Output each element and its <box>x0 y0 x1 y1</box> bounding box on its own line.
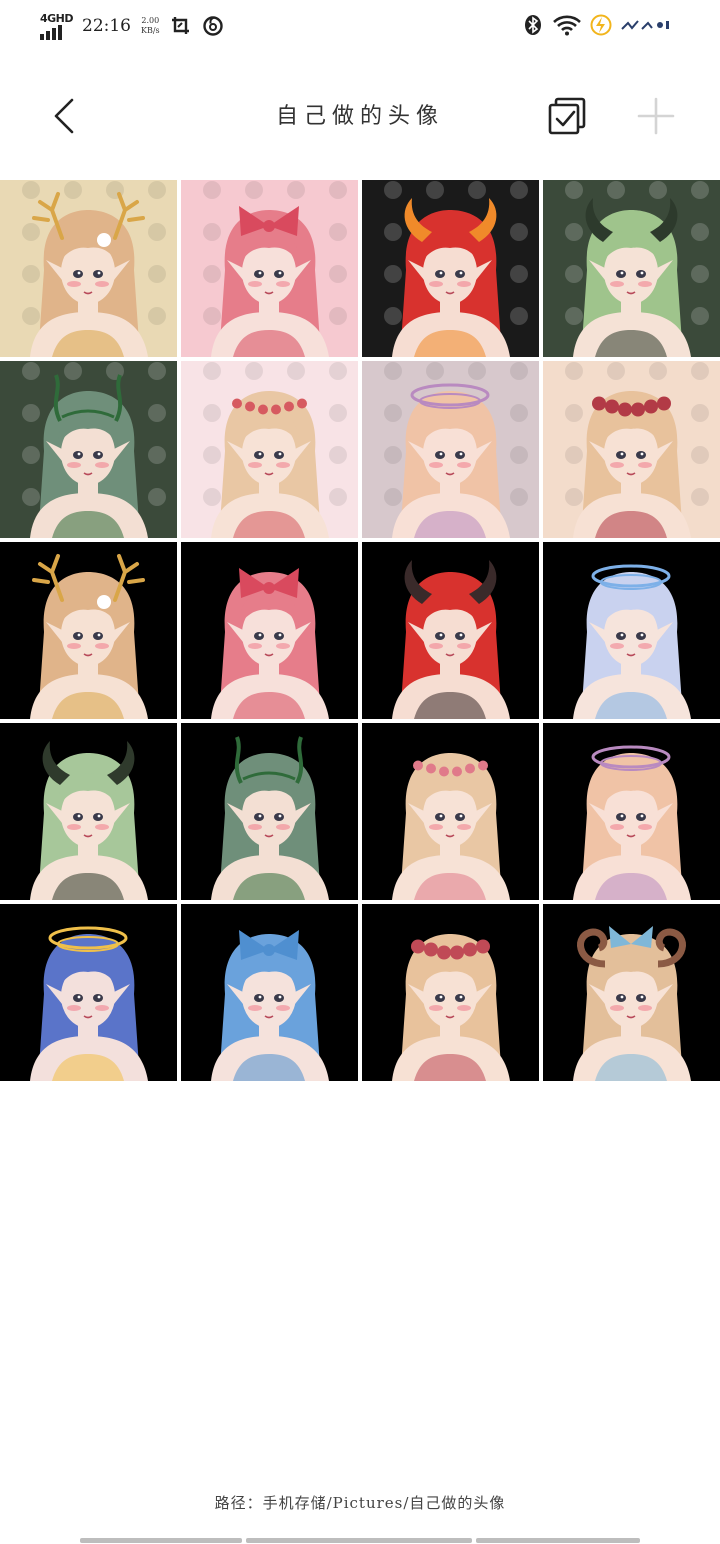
photo-thumbnail[interactable] <box>181 723 358 900</box>
status-bar-left: 4GHD 22:16 2.00 KB/s <box>40 12 224 40</box>
avatar-illustration <box>543 180 720 357</box>
avatar-illustration <box>0 361 177 538</box>
avatar-illustration <box>543 723 720 900</box>
battery-icon <box>620 14 672 36</box>
photo-thumbnail[interactable] <box>543 180 720 357</box>
avatar-illustration <box>181 723 358 900</box>
speed-value: 2.00 <box>141 16 160 25</box>
photo-thumbnail[interactable] <box>362 542 539 719</box>
plus-icon <box>637 97 675 135</box>
multi-select-icon <box>548 97 586 135</box>
multi-select-button[interactable] <box>546 96 590 136</box>
avatar-illustration <box>543 361 720 538</box>
wifi-icon <box>552 14 582 36</box>
status-bar: 4GHD 22:16 2.00 KB/s 78 <box>0 0 720 56</box>
photo-thumbnail[interactable] <box>181 361 358 538</box>
bluetooth-icon <box>522 14 544 36</box>
network-type: 4GHD <box>40 12 74 25</box>
clock: 22:16 <box>82 16 131 36</box>
scrollbar[interactable] <box>80 1538 640 1543</box>
photo-thumbnail[interactable] <box>0 180 177 357</box>
charging-icon <box>590 14 612 36</box>
avatar-illustration <box>0 904 177 1081</box>
photo-thumbnail[interactable] <box>362 361 539 538</box>
folder-path: 路径：手机存储/Pictures/自己做的头像 <box>214 1494 506 1512</box>
avatar-illustration <box>181 904 358 1081</box>
photo-thumbnail[interactable] <box>0 542 177 719</box>
photo-thumbnail[interactable] <box>362 904 539 1081</box>
photo-thumbnail[interactable] <box>362 723 539 900</box>
cellular-signal-icon: 4GHD <box>40 12 74 40</box>
photo-grid <box>0 180 720 1081</box>
photo-thumbnail[interactable] <box>362 180 539 357</box>
scrollbar-segment <box>246 1538 472 1543</box>
photo-thumbnail[interactable] <box>543 904 720 1081</box>
music-app-icon <box>202 15 224 37</box>
avatar-illustration <box>0 723 177 900</box>
avatar-illustration <box>0 180 177 357</box>
avatar-illustration <box>362 180 539 357</box>
photo-thumbnail[interactable] <box>0 904 177 1081</box>
photo-thumbnail[interactable] <box>543 723 720 900</box>
photo-thumbnail[interactable] <box>543 361 720 538</box>
status-bar-right: 78 <box>522 14 672 36</box>
add-button[interactable] <box>636 96 676 136</box>
avatar-illustration <box>362 542 539 719</box>
avatar-illustration <box>181 180 358 357</box>
photo-thumbnail[interactable] <box>181 180 358 357</box>
scrollbar-segment <box>80 1538 242 1543</box>
photo-thumbnail[interactable] <box>181 904 358 1081</box>
top-app-bar: 自己做的头像 <box>0 70 720 162</box>
page-title: 自己做的头像 <box>275 104 444 129</box>
avatar-illustration <box>181 361 358 538</box>
avatar-illustration <box>362 361 539 538</box>
scrollbar-segment <box>476 1538 640 1543</box>
network-speed: 2.00 KB/s <box>141 16 160 36</box>
photo-thumbnail[interactable] <box>543 542 720 719</box>
avatar-illustration <box>362 904 539 1081</box>
photo-thumbnail[interactable] <box>181 542 358 719</box>
photo-thumbnail[interactable] <box>0 723 177 900</box>
avatar-illustration <box>543 542 720 719</box>
avatar-illustration <box>181 542 358 719</box>
speed-unit: KB/s <box>141 26 160 35</box>
avatar-illustration <box>362 723 539 900</box>
screenshot-icon <box>170 15 192 37</box>
photo-thumbnail[interactable] <box>0 361 177 538</box>
avatar-illustration <box>0 542 177 719</box>
avatar-illustration <box>543 904 720 1081</box>
